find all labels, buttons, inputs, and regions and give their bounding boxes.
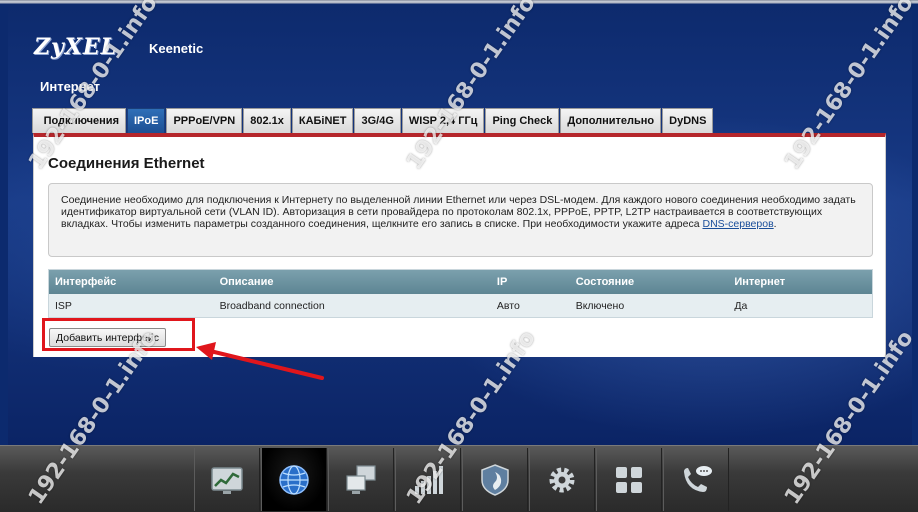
panel-title: Соединения Ethernet xyxy=(48,155,205,172)
col-internet: Интернет xyxy=(734,276,786,288)
network-computers-icon xyxy=(346,464,376,494)
cell-internet: Да xyxy=(734,299,748,312)
interfaces-table: Интерфейс Описание IP Состояние Интернет… xyxy=(48,269,873,318)
shield-icon xyxy=(481,463,509,496)
tab-dydns[interactable]: DyDNS xyxy=(662,108,714,133)
monitor-chart-icon xyxy=(211,466,243,494)
tab-ipoe[interactable]: IPoE xyxy=(127,108,166,133)
col-ip: IP xyxy=(496,276,508,288)
table-row[interactable]: ISP Broadband connection Авто Включено Д… xyxy=(49,294,872,317)
tab-bar: Подключения IPoE PPPoE/VPN 802.1x КАБiNE… xyxy=(32,108,714,133)
tab-ping-check[interactable]: Ping Check xyxy=(485,108,560,133)
apps-grid-icon xyxy=(616,466,642,493)
info-box: Соединение необходимо для подключения к … xyxy=(48,183,873,257)
highlight-box xyxy=(42,318,195,351)
annotation-arrow-icon xyxy=(196,342,324,380)
phone-chat-icon xyxy=(684,465,712,492)
tab-kabinet[interactable]: КАБiNET xyxy=(291,108,354,133)
col-interface: Интерфейс xyxy=(55,276,117,288)
col-status: Состояние xyxy=(575,276,635,288)
cell-description: Broadband connection xyxy=(219,299,325,312)
dock-system[interactable] xyxy=(529,448,595,511)
table-header: Интерфейс Описание IP Состояние Интернет xyxy=(49,270,872,294)
info-text-end: . xyxy=(773,218,777,230)
gear-icon xyxy=(549,467,575,492)
tab-advanced[interactable]: Дополнительно xyxy=(560,108,662,133)
dock-security[interactable] xyxy=(462,448,528,511)
cell-ip: Авто xyxy=(496,299,520,312)
dns-servers-link[interactable]: DNS-серверов xyxy=(703,218,774,230)
dock-telephony[interactable] xyxy=(663,448,729,511)
dock-apps[interactable] xyxy=(596,448,662,511)
cell-status: Включено xyxy=(575,299,625,312)
product-name: Keenetic xyxy=(149,41,204,56)
globe-icon xyxy=(279,464,309,495)
tab-pppoe-vpn[interactable]: PPPoE/VPN xyxy=(166,108,243,133)
tab-3g4g[interactable]: 3G/4G xyxy=(354,108,401,133)
col-description: Описание xyxy=(219,276,274,288)
tab-8021x[interactable]: 802.1x xyxy=(243,108,291,133)
dock-home-network[interactable] xyxy=(328,448,394,511)
cell-interface: ISP xyxy=(55,299,72,312)
dock-monitor[interactable] xyxy=(194,448,260,511)
dock-internet[interactable] xyxy=(261,448,327,511)
